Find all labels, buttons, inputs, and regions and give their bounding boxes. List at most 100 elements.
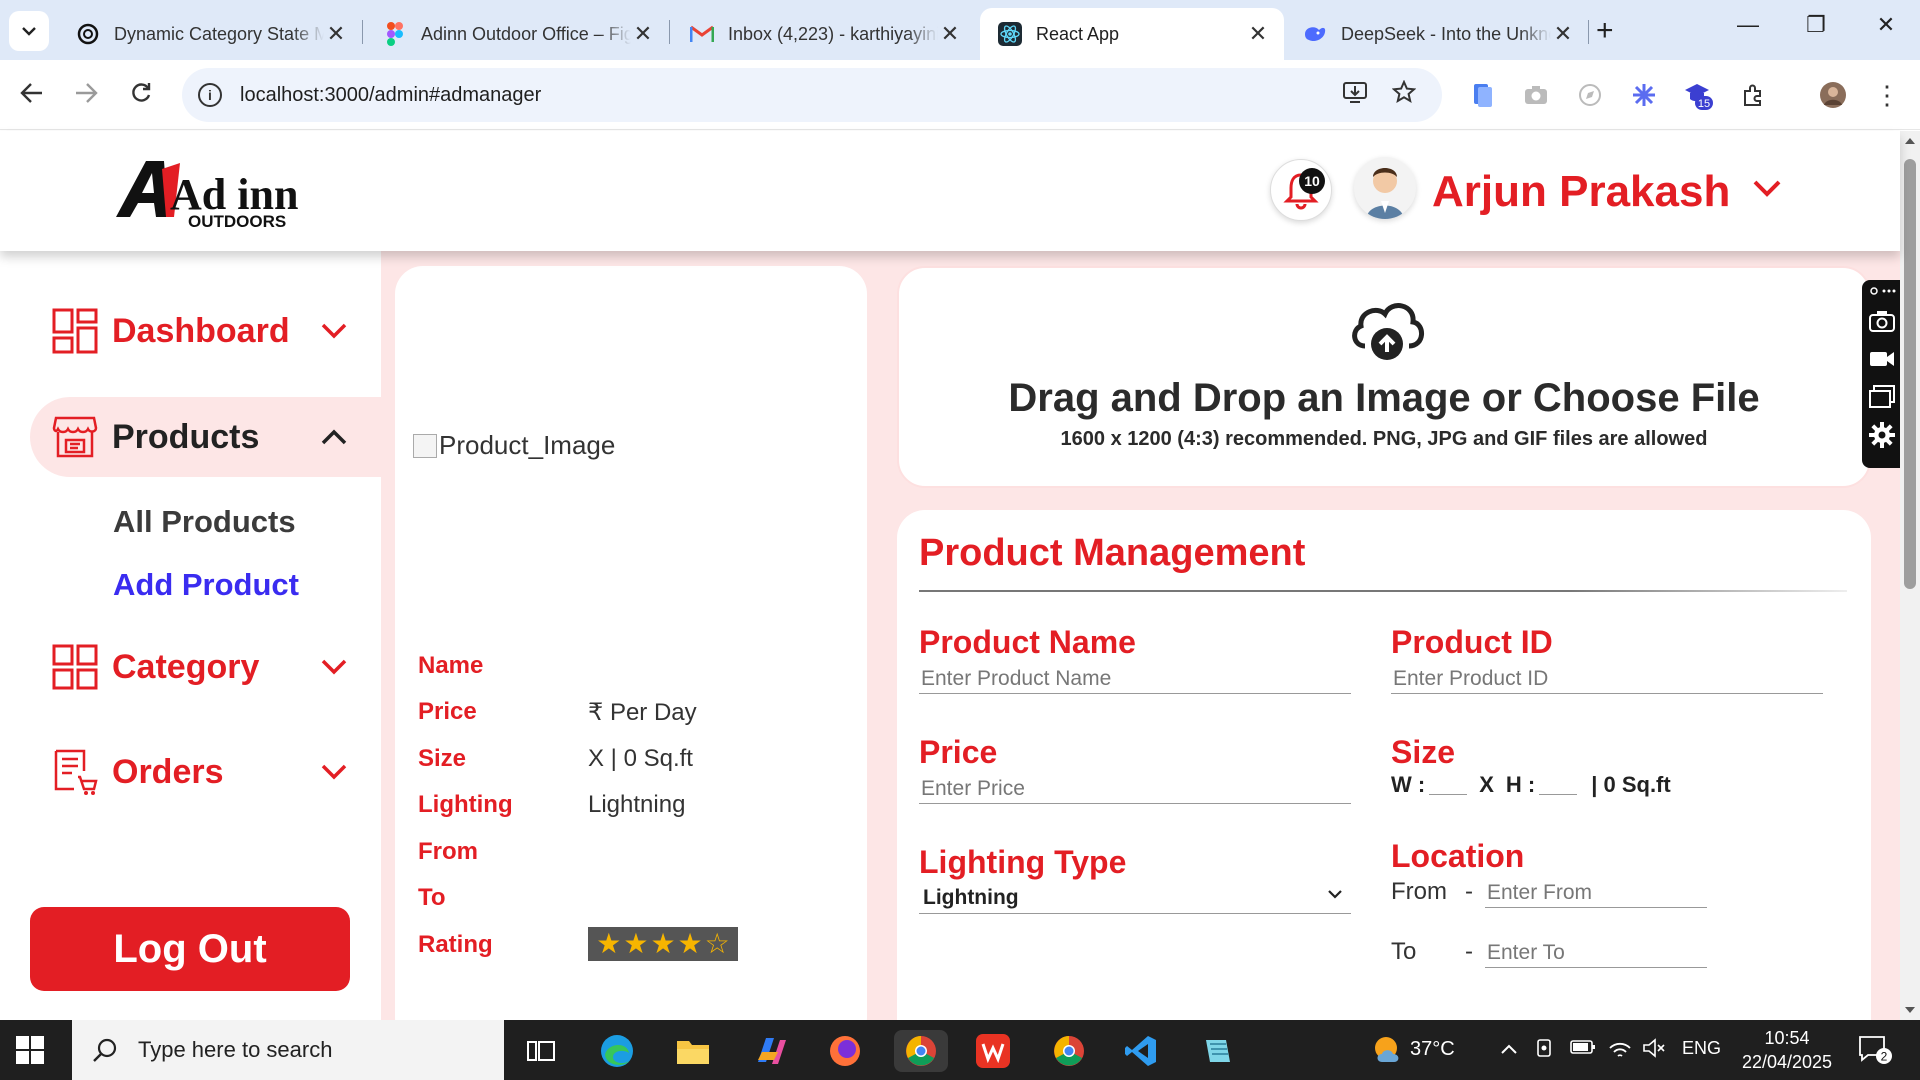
windows-taskbar: Type here to search 37°C ENG 10:54 22/04… [0,1020,1920,1080]
preview-row-from: From [418,838,478,865]
user-name[interactable]: Arjun Prakash [1432,167,1730,217]
tab-search-button[interactable] [9,11,49,51]
firefox-icon[interactable] [824,1030,866,1072]
chrome-taskbar-icon[interactable] [894,1030,948,1072]
sidebar-item-orders[interactable]: Orders [30,732,380,812]
location-to-input[interactable] [1485,938,1707,968]
graduation-extension-icon[interactable]: 15 [1683,80,1713,110]
notification-bell-button[interactable]: 10 [1270,159,1332,221]
windows-start-icon[interactable] [16,1036,44,1064]
weather-icon[interactable] [1372,1034,1404,1072]
image-upload-dropzone[interactable]: Drag and Drop an Image or Choose File 16… [897,266,1871,488]
gmail-icon [690,22,714,46]
task-view-icon[interactable] [520,1030,562,1072]
logout-button[interactable]: Log Out [30,907,350,991]
sidebar-subitem-add-product[interactable]: Add Product [113,567,299,603]
chrome-profile-icon[interactable] [1048,1030,1090,1072]
site-info-icon[interactable]: i [198,83,222,107]
docs-extension-icon[interactable] [1468,80,1498,110]
product-image-placeholder: Product_Image [413,430,615,461]
sidebar-item-dashboard[interactable]: Dashboard [30,291,380,371]
search-icon [93,1038,117,1062]
volume-muted-icon[interactable] [1642,1038,1666,1064]
scrollbar-thumb[interactable] [1904,159,1916,589]
notepad-icon[interactable] [1196,1030,1238,1072]
close-icon[interactable]: ✕ [324,21,348,47]
upload-title: Drag and Drop an Image or Choose File [1008,376,1760,420]
puzzle-extensions-icon[interactable] [1738,80,1768,110]
orders-cart-icon [54,749,98,795]
bookmark-star-icon[interactable] [1391,79,1417,111]
window-close-icon[interactable]: ✕ [1866,12,1906,38]
notification-center-icon[interactable]: 2 [1858,1034,1892,1072]
sidebar-subitem-all-products[interactable]: All Products [113,504,296,540]
size-width-input[interactable] [1429,775,1468,795]
tab-dynamic-category[interactable]: Dynamic Category State Ma ✕ [58,8,362,60]
minimize-icon[interactable]: — [1728,12,1768,38]
size-height-input[interactable] [1539,775,1578,795]
star-icon[interactable]: ★ [623,930,648,958]
camera-icon[interactable] [1867,306,1897,336]
video-icon[interactable] [1867,344,1897,374]
form-divider [919,590,1847,592]
openai-icon [76,22,100,46]
star-icon[interactable]: ★ [650,930,675,958]
spark-extension-icon[interactable] [1629,80,1659,110]
price-input[interactable] [919,774,1351,804]
profile-avatar-icon[interactable] [1818,80,1848,110]
sidebar-item-category[interactable]: Category [30,627,380,707]
address-bar[interactable]: i localhost:3000/admin#admanager [182,68,1442,122]
tab-figma[interactable]: Adinn Outdoor Office – Figma ✕ [365,8,669,60]
back-arrow-icon[interactable] [20,80,44,111]
sidebar-item-products[interactable]: Products [30,397,381,477]
chevron-down-icon[interactable] [1752,179,1782,202]
battery-icon[interactable] [1570,1038,1596,1061]
tab-react-app[interactable]: React App ✕ [980,8,1284,60]
lighting-type-select[interactable]: Lightning [919,882,1351,914]
window-capture-icon[interactable] [1867,382,1897,412]
vscode-icon[interactable] [1120,1030,1162,1072]
product-name-input[interactable] [919,664,1351,694]
close-icon[interactable]: ✕ [1551,21,1575,47]
temperature-text: 37°C [1410,1038,1455,1060]
scroll-down-icon[interactable] [1904,1006,1916,1014]
product-id-input[interactable] [1391,664,1823,694]
user-avatar[interactable] [1354,157,1416,219]
taskbar-search[interactable]: Type here to search [72,1020,504,1080]
wps-office-icon[interactable] [972,1030,1014,1072]
rating-stars[interactable]: ★ ★ ★ ★ ☆ [588,927,738,961]
show-hidden-icons-icon[interactable] [1500,1038,1518,1061]
system-clock[interactable]: 10:54 22/04/2025 [1732,1026,1842,1074]
compass-extension-icon[interactable] [1575,80,1605,110]
page-scrollbar[interactable] [1900,131,1920,1020]
install-app-icon[interactable] [1342,80,1368,111]
more-menu-icon[interactable]: ⋮ [1872,80,1902,110]
close-icon[interactable]: ✕ [1246,21,1270,47]
preview-row-size: Size X | 0 Sq.ft [418,745,693,772]
scroll-up-icon[interactable] [1904,137,1916,145]
tab-gmail[interactable]: Inbox (4,223) - karthiyayini ✕ [672,8,976,60]
input-language[interactable]: ENG [1682,1038,1721,1059]
settings-gear-icon[interactable] [1867,420,1897,450]
reload-icon[interactable] [130,80,152,111]
new-tab-button[interactable]: + [1596,14,1614,48]
star-icon[interactable]: ★ [678,930,703,958]
restore-icon[interactable]: ❐ [1796,12,1836,38]
close-icon[interactable]: ✕ [938,21,962,47]
camera-extension-icon[interactable] [1521,80,1551,110]
meet-now-icon[interactable] [1535,1038,1555,1064]
location-label: Location [1391,838,1525,874]
star-icon[interactable]: ★ [596,930,621,958]
tab-deepseek[interactable]: DeepSeek - Into the Unknown ✕ [1285,8,1589,60]
close-icon[interactable]: ✕ [631,21,655,47]
copilot-icon[interactable] [748,1030,790,1072]
star-icon[interactable]: ☆ [705,930,730,958]
edge-browser-icon[interactable] [596,1030,638,1072]
forward-arrow-icon[interactable] [74,80,98,111]
form-title: Product Management [919,532,1306,574]
location-from-input[interactable] [1485,878,1707,908]
more-icon[interactable] [1867,284,1897,298]
file-explorer-icon[interactable] [672,1030,714,1072]
wifi-icon[interactable] [1608,1038,1632,1064]
preview-row-rating: Rating ★ ★ ★ ★ ☆ [418,927,858,963]
